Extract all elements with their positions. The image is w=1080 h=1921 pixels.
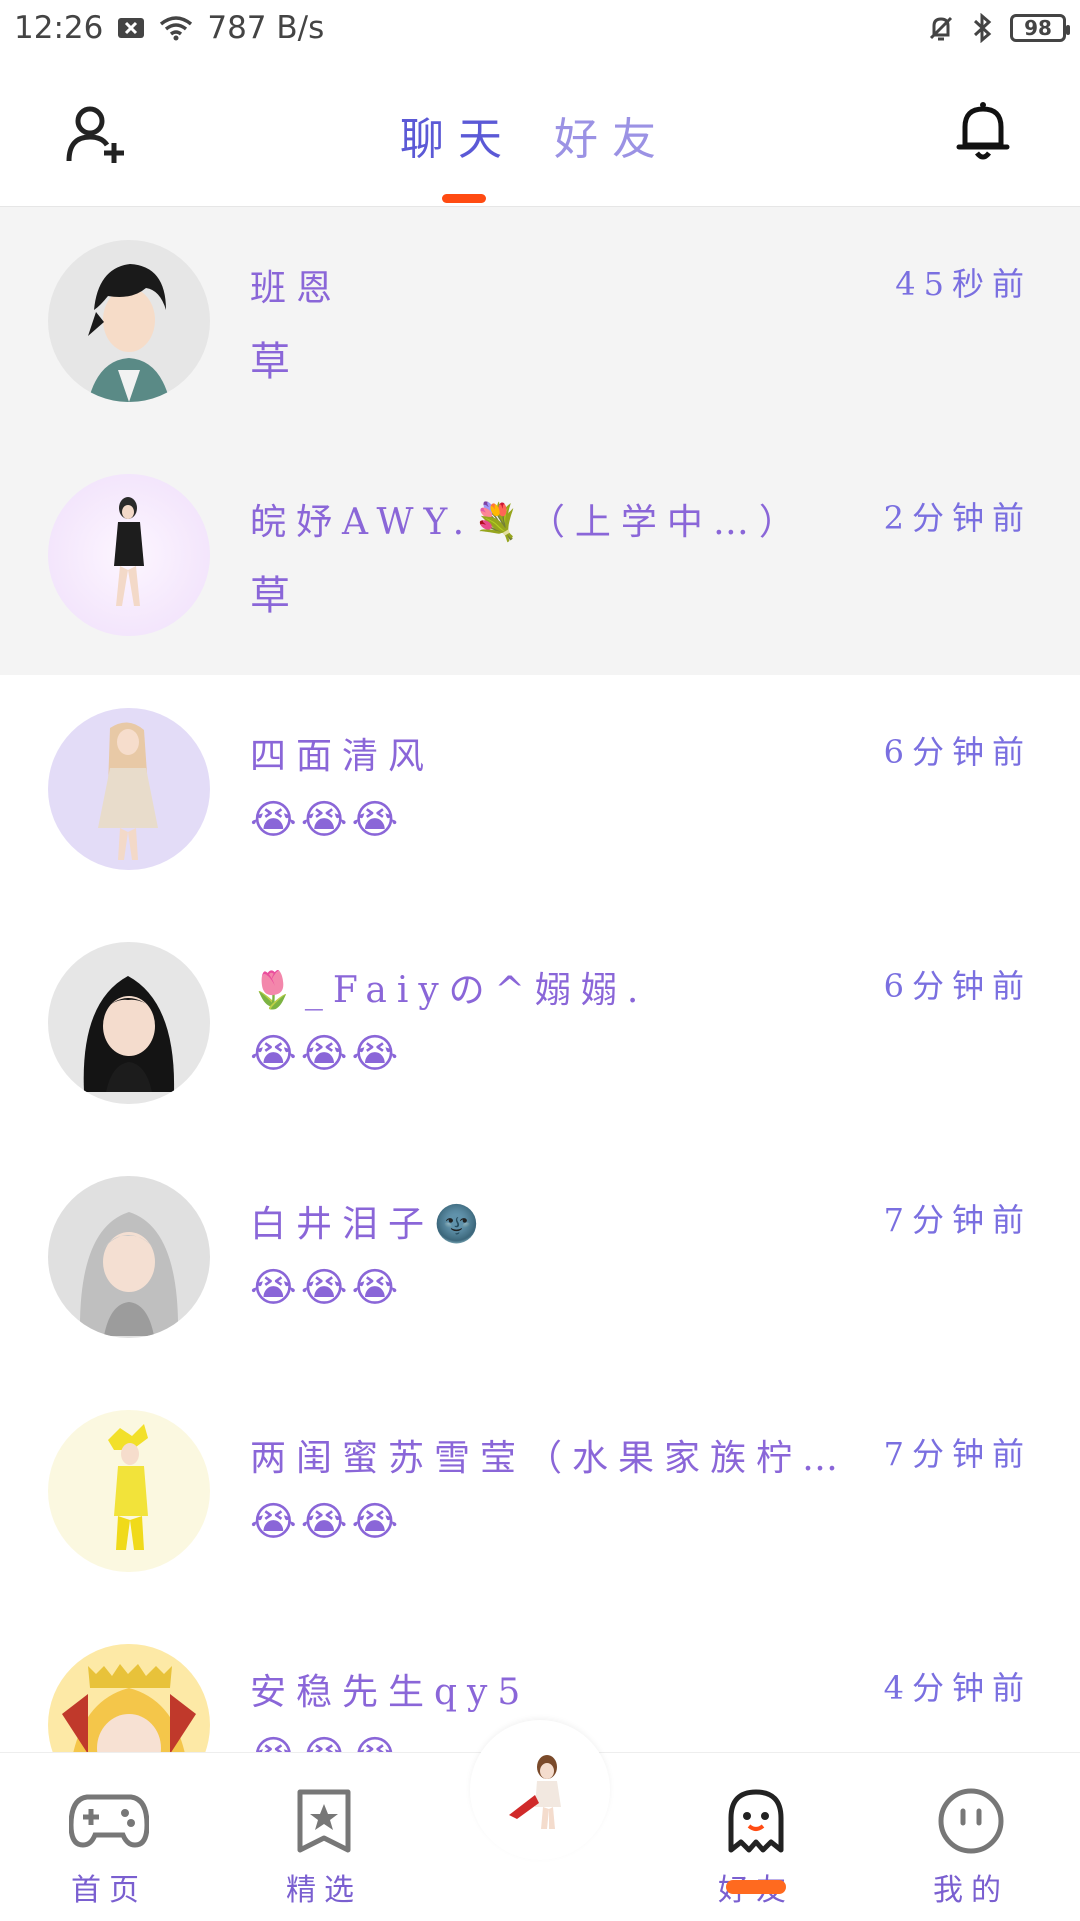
nav-friends[interactable]: 好友 <box>676 1753 836 1921</box>
tab-bar: 聊天 好友 <box>400 100 700 170</box>
avatar[interactable] <box>48 1644 210 1752</box>
nav-label: 首页 <box>71 1873 147 1908</box>
chat-item[interactable]: 白井泪子🌚 7分钟前 😭😭😭 <box>0 1143 1080 1377</box>
status-time: 12:26 <box>14 10 104 46</box>
ghost-icon <box>716 1781 796 1861</box>
message-time: 7分钟前 <box>883 1435 1032 1473</box>
chat-item[interactable]: 班恩 45秒前 草 <box>0 207 1080 441</box>
message-preview: 草 <box>250 339 294 385</box>
avatar[interactable] <box>48 474 210 636</box>
contact-name: 班恩 <box>250 268 343 309</box>
chat-item[interactable]: 🌷_Faiyの^嫋嫋. 6分钟前 😭😭😭 <box>0 909 1080 1143</box>
chat-list: 班恩 45秒前 草 皖妤AWY.💐（上学中…） 2分钟前 草 四面清风 6分钟前… <box>0 207 1080 1752</box>
contact-name: 安稳先生qy5 <box>250 1672 531 1713</box>
tab-chat[interactable]: 聊天 <box>400 103 516 167</box>
network-speed: 787 B/s <box>207 10 325 46</box>
close-box-icon <box>117 17 145 39</box>
active-nav-indicator <box>726 1880 786 1894</box>
contact-name: 两闺蜜苏雪莹（水果家族柠… <box>250 1438 849 1479</box>
wifi-icon <box>159 15 193 41</box>
tab-friends[interactable]: 好友 <box>554 103 670 167</box>
character-avatar-icon <box>509 1755 561 1829</box>
nav-label: 我的 <box>933 1873 1009 1908</box>
message-time: 45秒前 <box>895 265 1032 303</box>
nav-label: 精选 <box>286 1873 362 1908</box>
message-time: 6分钟前 <box>883 967 1032 1005</box>
avatar[interactable] <box>48 942 210 1104</box>
battery-level: 98 <box>1024 16 1052 40</box>
message-time: 7分钟前 <box>883 1201 1032 1239</box>
message-time: 2分钟前 <box>883 499 1032 537</box>
gamepad-icon <box>69 1781 149 1861</box>
nav-featured[interactable]: 精选 <box>244 1753 404 1921</box>
contact-name: 白井泪子🌚 <box>250 1204 489 1245</box>
avatar[interactable] <box>48 1410 210 1572</box>
message-preview: 😭😭😭 <box>250 1499 403 1545</box>
smiley-icon <box>931 1781 1011 1861</box>
bell-muted-icon <box>926 13 956 43</box>
message-time: 4分钟前 <box>883 1669 1032 1707</box>
nav-mine[interactable]: 我的 <box>891 1753 1051 1921</box>
message-preview: 😭😭😭 <box>250 1031 403 1077</box>
message-time: 6分钟前 <box>883 733 1032 771</box>
top-header: 聊天 好友 <box>0 56 1080 207</box>
active-tab-indicator <box>442 194 486 203</box>
avatar[interactable] <box>48 708 210 870</box>
nav-home[interactable]: 首页 <box>29 1753 189 1921</box>
center-avatar-button[interactable] <box>470 1720 610 1860</box>
star-bookmark-icon <box>284 1781 364 1861</box>
chat-item[interactable]: 两闺蜜苏雪莹（水果家族柠… 7分钟前 😭😭😭 <box>0 1377 1080 1611</box>
contact-name: 皖妤AWY.💐（上学中…） <box>250 502 805 543</box>
battery-icon: 98 <box>1010 14 1070 42</box>
message-preview: 草 <box>250 573 294 619</box>
add-user-icon[interactable] <box>62 100 132 170</box>
contact-name: 四面清风 <box>250 736 435 777</box>
message-preview: 😭😭😭 <box>250 797 403 843</box>
avatar[interactable] <box>48 1176 210 1338</box>
chat-item[interactable]: 皖妤AWY.💐（上学中…） 2分钟前 草 <box>0 441 1080 675</box>
message-preview: 😭😭😭 <box>250 1733 402 1752</box>
status-bar: 12:26 787 B/s 98 <box>0 0 1080 56</box>
bluetooth-icon <box>972 13 994 43</box>
chat-item[interactable]: 四面清风 6分钟前 😭😭😭 <box>0 675 1080 909</box>
contact-name: 🌷_Faiyの^嫋嫋. <box>250 970 649 1011</box>
message-preview: 😭😭😭 <box>250 1265 403 1311</box>
bell-icon[interactable] <box>948 96 1018 166</box>
avatar[interactable] <box>48 240 210 402</box>
